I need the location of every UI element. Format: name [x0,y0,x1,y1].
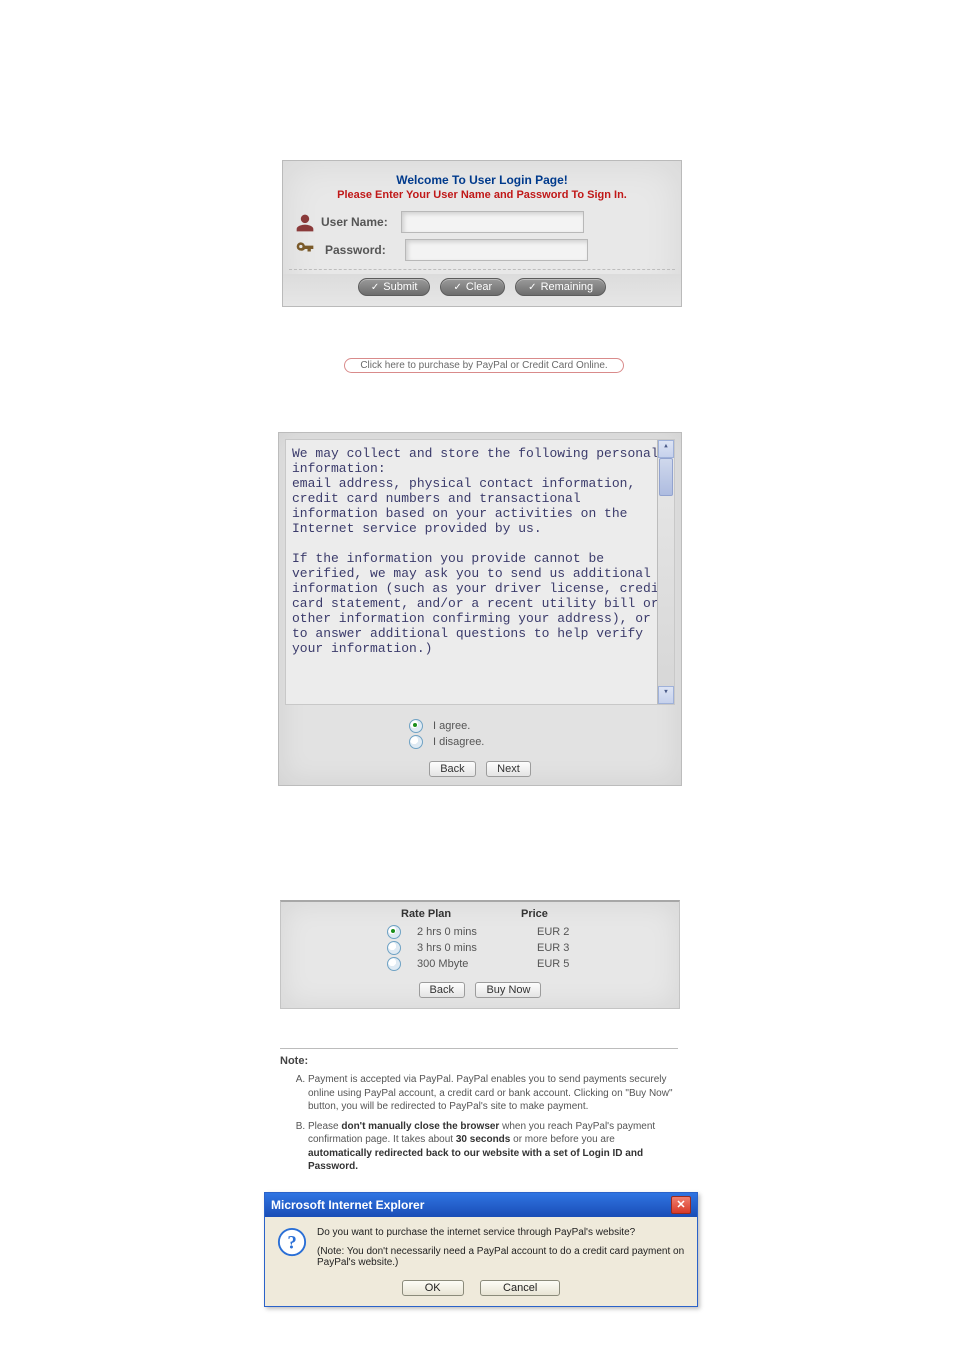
scroll-up-icon[interactable]: ▴ [658,440,674,458]
radio-agree-label: I agree. [433,720,470,732]
radio-agree[interactable] [409,719,423,733]
username-input[interactable] [401,211,584,233]
scroll-thumb[interactable] [659,458,673,496]
login-subtitle: Please Enter Your User Name and Password… [289,189,675,201]
note-heading: Note: [280,1055,678,1067]
clear-label: Clear [466,281,492,293]
rate-radio-0[interactable] [387,925,401,939]
rate-plan-1: 3 hrs 0 mins [417,942,537,954]
rate-radio-2[interactable] [387,957,401,971]
note-item-b: Please don't manually close the browser … [308,1120,678,1174]
agreement-para1: We may collect and store the following p… [292,446,668,476]
user-icon [295,213,313,231]
submit-button[interactable]: ✓Submit [358,278,431,296]
remaining-label: Remaining [541,281,594,293]
scroll-down-icon[interactable]: ▾ [658,686,674,704]
dialog-ok-button[interactable]: OK [402,1280,464,1296]
login-panel: Welcome To User Login Page! Please Enter… [282,160,682,307]
rate-row: 3 hrs 0 mins EUR 3 [281,940,679,956]
question-icon: ? [277,1227,307,1268]
agreement-textarea[interactable]: We may collect and store the following p… [285,439,675,705]
clear-button[interactable]: ✓Clear [440,278,505,296]
rate-plan-panel: Rate Plan Price 2 hrs 0 mins EUR 2 3 hrs… [280,900,680,1009]
rate-price-0: EUR 2 [537,926,657,938]
rate-radio-1[interactable] [387,941,401,955]
dialog-cancel-button[interactable]: Cancel [480,1280,560,1296]
password-input[interactable] [405,239,588,261]
rate-row: 300 Mbyte EUR 5 [281,956,679,972]
close-icon: ✕ [676,1200,685,1211]
agreement-para2: email address, physical contact informat… [292,476,668,536]
rate-back-button[interactable]: Back [419,982,465,998]
username-label: User Name: [321,215,401,229]
svg-text:?: ? [287,1233,296,1254]
rate-row: 2 hrs 0 mins EUR 2 [281,924,679,940]
rate-header-price: Price [521,908,641,920]
agreement-next-button[interactable]: Next [486,761,531,777]
dialog-message-2: (Note: You don't necessarily need a PayP… [317,1246,685,1268]
dialog-close-button[interactable]: ✕ [671,1196,691,1214]
submit-label: Submit [383,281,417,293]
note-item-a: Payment is accepted via PayPal. PayPal e… [308,1073,678,1114]
buy-now-button[interactable]: Buy Now [475,982,541,998]
dialog-message-1: Do you want to purchase the internet ser… [317,1227,685,1238]
agreement-panel: We may collect and store the following p… [278,432,682,786]
radio-disagree-label: I disagree. [433,736,484,748]
ie-confirm-dialog: Microsoft Internet Explorer ✕ ? Do you w… [264,1192,698,1307]
agreement-back-button[interactable]: Back [429,761,475,777]
note-block: Note: Payment is accepted via PayPal. Pa… [280,1046,678,1180]
agreement-para3: If the information you provide cannot be… [292,551,668,656]
key-icon [295,239,317,261]
dialog-title: Microsoft Internet Explorer [271,1198,424,1212]
login-title: Welcome To User Login Page! [289,173,675,187]
rate-header-plan: Rate Plan [401,908,521,920]
rate-price-1: EUR 3 [537,942,657,954]
remaining-button[interactable]: ✓Remaining [515,278,606,296]
rate-price-2: EUR 5 [537,958,657,970]
purchase-link[interactable]: Click here to purchase by PayPal or Cred… [344,358,624,373]
scrollbar[interactable]: ▴ ▾ [657,440,674,704]
password-label: Password: [325,243,405,257]
rate-plan-2: 300 Mbyte [417,958,537,970]
rate-plan-0: 2 hrs 0 mins [417,926,537,938]
radio-disagree[interactable] [409,735,423,749]
